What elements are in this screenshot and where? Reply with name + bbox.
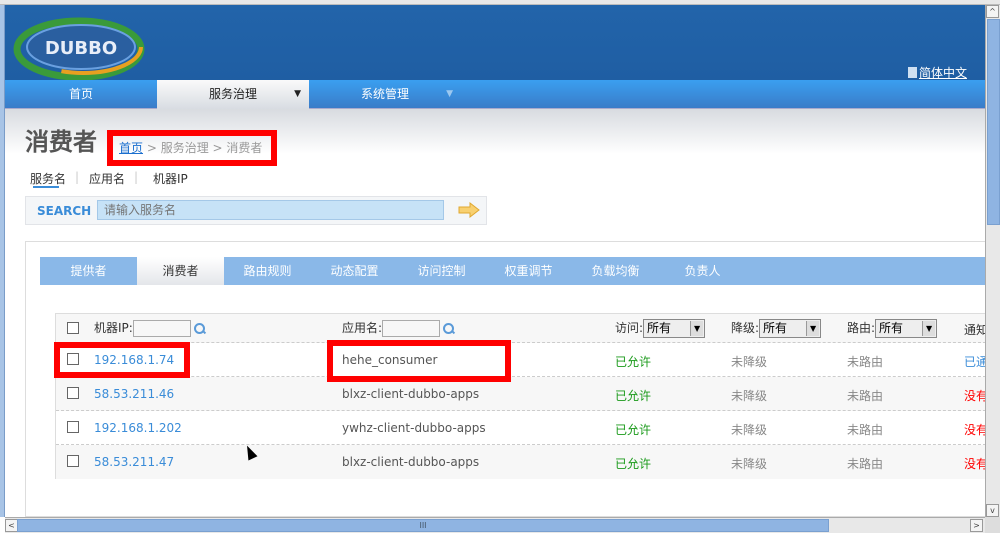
tab-owners[interactable]: 负责人: [659, 257, 746, 285]
tab-dynamic-config[interactable]: 动态配置: [311, 257, 398, 285]
annotation-highlight-box: [327, 340, 511, 382]
search-icon[interactable]: [193, 322, 206, 335]
nav-label: 首页: [68, 87, 93, 101]
row-checkbox[interactable]: [67, 421, 79, 433]
horizontal-scroll-thumb[interactable]: III: [17, 519, 829, 532]
search-tab-app-name[interactable]: 应用名: [89, 170, 125, 187]
ip-link[interactable]: 192.168.1.202: [94, 421, 182, 435]
app-name: ywhz-client-dubbo-apps: [342, 421, 486, 435]
route-status: 未路由: [847, 457, 884, 471]
tab-bar: 提供者 消费者 路由规则 动态配置 访问控制 权重调节 负载均衡 负责人: [40, 257, 985, 285]
horizontal-scrollbar[interactable]: < III >: [5, 517, 985, 533]
arrow-right-icon[interactable]: [458, 202, 480, 218]
nav-home[interactable]: 首页: [5, 80, 157, 109]
select-value: 所有: [763, 321, 788, 335]
vertical-scroll-thumb[interactable]: [987, 19, 1000, 225]
select-value: 所有: [879, 321, 904, 335]
degrade-select[interactable]: 所有 ▼: [759, 319, 822, 338]
route-label: 路由:: [847, 321, 876, 335]
access-label: 访问:: [615, 321, 644, 335]
active-tab-underline: [33, 186, 59, 188]
table-row: 192.168.1.202 ywhz-client-dubbo-apps 已允许…: [56, 411, 988, 445]
main-nav: 首页 服务治理 ▼ 系统管理 ▼: [5, 80, 985, 109]
search-tab-service-name[interactable]: 服务名: [30, 170, 66, 187]
search-bar: SEARCH: [25, 196, 487, 225]
dropdown-arrow-icon: ▼: [806, 321, 820, 336]
divider: |: [75, 170, 80, 184]
tab-load-balance[interactable]: 负载均衡: [572, 257, 659, 285]
nav-label: 系统管理: [360, 87, 409, 101]
scrollbar-corner: [985, 517, 1000, 533]
dropdown-arrow-icon: ▼: [922, 321, 936, 336]
vertical-scrollbar[interactable]: ^ v: [985, 5, 1000, 517]
consumers-table: 机器IP: 应用名: 访问: 所有 ▼ 降级: 所有 ▼ 路由: 所有 ▼ 通知 192.1…: [55, 313, 988, 479]
breadcrumb: 首页 > 服务治理 > 消费者: [119, 139, 262, 156]
tab-routes[interactable]: 路由规则: [224, 257, 311, 285]
tab-providers[interactable]: 提供者: [40, 257, 137, 285]
divider: |: [134, 170, 139, 184]
caret-down-icon: ▼: [446, 89, 453, 99]
caret-down-icon: ▼: [294, 89, 301, 99]
dubbo-logo[interactable]: DUBBO: [13, 13, 151, 81]
search-icon[interactable]: [443, 322, 455, 335]
document-icon: [907, 67, 917, 78]
degrade-status: 未降级: [731, 389, 768, 403]
degrade-label: 降级:: [731, 321, 760, 335]
degrade-status: 未降级: [731, 355, 768, 369]
ip-filter: 机器IP:: [94, 319, 206, 337]
access-status: 已允许: [615, 423, 652, 437]
degrade-status: 未降级: [731, 423, 768, 437]
route-status: 未路由: [847, 423, 884, 437]
route-select[interactable]: 所有 ▼: [875, 319, 938, 338]
header: DUBBO 简体中文: [5, 5, 985, 81]
select-all-checkbox[interactable]: [67, 322, 79, 334]
svg-text:DUBBO: DUBBO: [45, 38, 117, 59]
table-row: 58.53.211.46 blxz-client-dubbo-apps 已允许 …: [56, 377, 988, 411]
annotation-highlight-box: [54, 342, 190, 378]
route-status: 未路由: [847, 355, 884, 369]
tab-access-control[interactable]: 访问控制: [398, 257, 485, 285]
search-tab-machine-ip[interactable]: 机器IP: [153, 170, 188, 187]
language-label: 简体中文: [918, 66, 967, 80]
select-value: 所有: [647, 321, 672, 335]
table-row: 192.168.1.74 hehe_consumer 已允许 未降级 未路由 已…: [56, 343, 988, 377]
app-name: blxz-client-dubbo-apps: [342, 387, 480, 401]
access-select[interactable]: 所有 ▼: [643, 319, 706, 338]
ip-label: 机器IP:: [94, 321, 133, 335]
scroll-down-icon[interactable]: v: [986, 504, 999, 517]
row-checkbox[interactable]: [67, 455, 79, 467]
row-checkbox[interactable]: [67, 387, 79, 399]
app-label: 应用名:: [342, 321, 383, 335]
table-header: 机器IP: 应用名: 访问: 所有 ▼ 降级: 所有 ▼ 路由: 所有 ▼ 通知: [56, 314, 988, 343]
page-title: 消费者: [25, 128, 97, 156]
route-filter: 路由: 所有 ▼: [847, 319, 938, 338]
ip-link[interactable]: 58.53.211.47: [94, 455, 174, 469]
app-name: blxz-client-dubbo-apps: [342, 455, 480, 469]
route-status: 未路由: [847, 389, 884, 403]
breadcrumb-home-link[interactable]: 首页: [119, 141, 143, 155]
degrade-status: 未降级: [731, 457, 768, 471]
nav-system-admin[interactable]: 系统管理 ▼: [309, 80, 461, 109]
tab-weights[interactable]: 权重调节: [485, 257, 572, 285]
nav-service-governance[interactable]: 服务治理 ▼: [157, 80, 309, 109]
access-status: 已允许: [615, 355, 652, 369]
access-filter: 访问: 所有 ▼: [615, 319, 706, 338]
app-filter-input[interactable]: [382, 320, 441, 337]
language-link[interactable]: 简体中文: [907, 64, 967, 81]
access-status: 已允许: [615, 389, 652, 403]
table-row: 58.53.211.47 blxz-client-dubbo-apps 已允许 …: [56, 445, 988, 479]
degrade-filter: 降级: 所有 ▼: [731, 319, 822, 338]
search-input[interactable]: [97, 200, 444, 220]
ip-filter-input[interactable]: [132, 320, 191, 337]
search-label: SEARCH: [37, 204, 92, 218]
dropdown-arrow-icon: ▼: [690, 321, 704, 336]
scroll-up-icon[interactable]: ^: [986, 5, 999, 18]
access-status: 已允许: [615, 457, 652, 471]
ip-link[interactable]: 58.53.211.46: [94, 387, 174, 401]
breadcrumb-trail: > 服务治理 > 消费者: [143, 141, 263, 155]
app-filter: 应用名:: [342, 319, 455, 337]
tab-consumers[interactable]: 消费者: [137, 257, 224, 285]
nav-label: 服务治理: [208, 87, 257, 101]
scroll-right-icon[interactable]: >: [970, 519, 983, 532]
